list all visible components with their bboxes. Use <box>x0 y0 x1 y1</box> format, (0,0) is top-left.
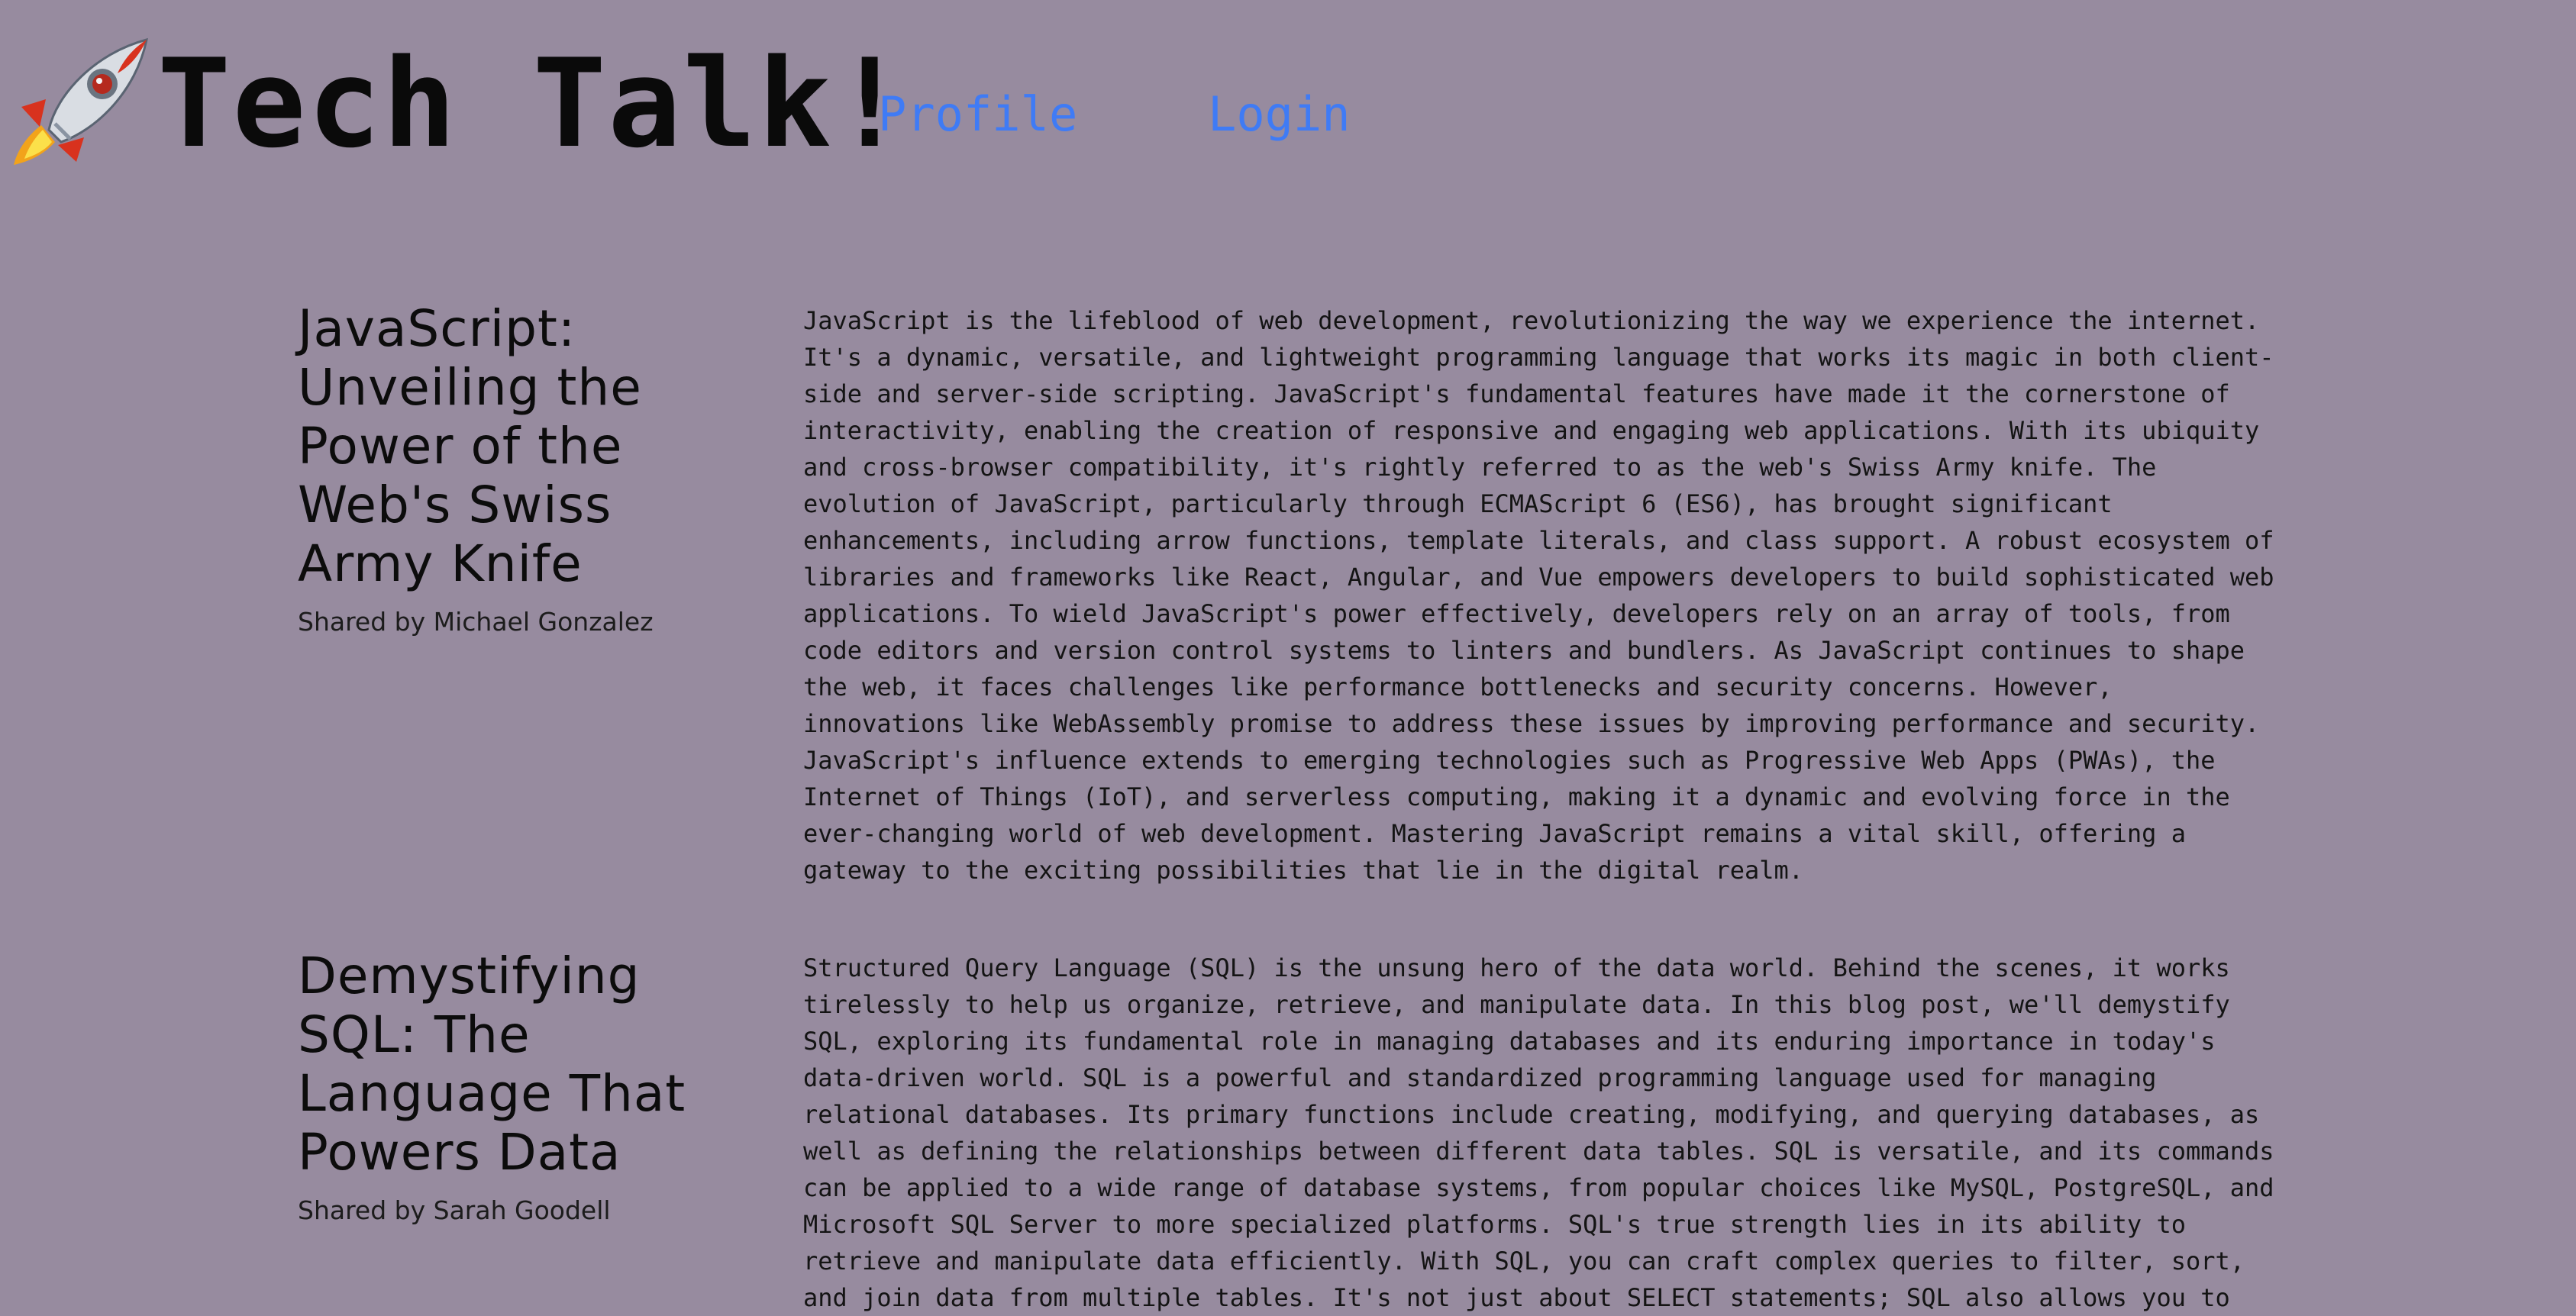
site-header: Tech Talk! Profile Login <box>0 0 2576 191</box>
post-meta: Demystifying SQL: The Language That Powe… <box>298 947 741 1227</box>
nav-login-link[interactable]: Login <box>1208 85 1351 144</box>
post-title[interactable]: JavaScript: Unveiling the Power of the W… <box>298 299 741 593</box>
post-meta: JavaScript: Unveiling the Power of the W… <box>298 299 741 639</box>
post-body: Structured Query Language (SQL) is the u… <box>803 953 2274 1312</box>
post-author: Shared by Michael Gonzalez <box>298 607 654 637</box>
post-body: JavaScript is the lifeblood of web devel… <box>803 306 2274 885</box>
post-title[interactable]: Demystifying SQL: The Language That Powe… <box>298 947 741 1182</box>
site-title: Tech Talk! <box>157 32 909 175</box>
rocket-icon <box>14 37 148 165</box>
post-author: Shared by Sarah Goodell <box>298 1195 611 1225</box>
nav-profile-link[interactable]: Profile <box>878 85 1077 144</box>
